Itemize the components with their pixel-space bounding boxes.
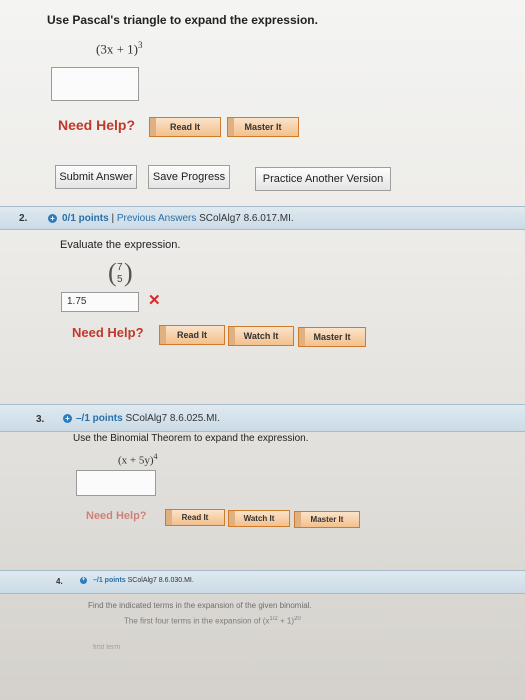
q2-header-text: 0/1 points | Previous Answers SColAlg7 8… — [62, 213, 294, 224]
q1-expression: (3x + 1)3 — [96, 40, 143, 57]
q4-number: 4. — [56, 577, 63, 586]
q2-number: 2. — [19, 213, 28, 224]
q1-expression-base: (3x + 1) — [96, 41, 138, 57]
q2-binom-bottom: 5 — [117, 274, 123, 285]
previous-answers-link[interactable]: Previous Answers — [117, 213, 196, 224]
q3-read-it-button[interactable]: Read It — [165, 509, 225, 526]
q4-points: –/1 points — [93, 577, 126, 584]
q2-read-it-button[interactable]: Read It — [159, 325, 225, 345]
q1-master-it-button[interactable]: Master It — [227, 117, 299, 137]
save-progress-button[interactable]: Save Progress — [148, 165, 230, 189]
q4-first-term-label: first term — [93, 644, 121, 651]
q2-binom-top: 7 — [117, 262, 123, 273]
q3-expression: (x + 5y)4 — [118, 452, 158, 467]
q3-need-help: Need Help? — [86, 510, 147, 522]
q3-expression-base: (x + 5y) — [118, 454, 154, 467]
q3-number: 3. — [36, 414, 45, 425]
q1-instruction: Use Pascal's triangle to expand the expr… — [47, 13, 318, 27]
q3-code: SColAlg7 8.6.025.MI. — [125, 413, 220, 424]
q3-watch-it-button[interactable]: Watch It — [228, 510, 290, 527]
q4-exponent: 20 — [294, 616, 301, 622]
q1-need-help: Need Help? — [58, 117, 136, 133]
q4-exp-inner: 1/2 — [269, 616, 278, 622]
expand-plus-icon[interactable]: + — [48, 214, 57, 223]
left-paren-icon: ( — [108, 258, 117, 287]
q1-read-it-button[interactable]: Read It — [149, 117, 221, 137]
q3-exponent: 4 — [153, 452, 158, 461]
q3-points: –/1 points — [76, 413, 123, 424]
q2-points: 0/1 points — [62, 213, 109, 224]
q2-separator: | — [111, 213, 115, 224]
q3-instruction: Use the Binomial Theorem to expand the e… — [73, 433, 309, 444]
expand-plus-icon[interactable]: + — [63, 414, 72, 423]
right-paren-icon: ) — [124, 258, 133, 287]
q1-answer-input[interactable] — [51, 67, 139, 101]
q4-code: SColAlg7 8.6.030.MI. — [127, 577, 194, 584]
q3-header-text: –/1 points SColAlg7 8.6.025.MI. — [76, 413, 220, 424]
q2-code: SColAlg7 8.6.017.MI. — [199, 213, 294, 224]
q3-answer-input[interactable] — [76, 470, 156, 496]
q4-header: 4. + –/1 points SColAlg7 8.6.030.MI. — [0, 570, 525, 594]
q3-header: 3. + –/1 points SColAlg7 8.6.025.MI. — [0, 404, 525, 432]
q4-line2: The first four terms in the expansion of… — [124, 616, 301, 626]
q2-instruction: Evaluate the expression. — [60, 239, 181, 251]
expand-plus-icon[interactable]: + — [80, 577, 87, 584]
q3-master-it-button[interactable]: Master It — [294, 511, 360, 528]
q4-line2-text: The first four terms in the expansion of — [124, 616, 261, 626]
q2-master-it-button[interactable]: Master It — [298, 327, 366, 347]
q4-expr-tail: + 1) — [280, 616, 295, 626]
q2-need-help: Need Help? — [72, 325, 144, 340]
q1-exponent: 3 — [138, 40, 143, 50]
q2-answer-value: 1.75 — [67, 296, 87, 307]
wrong-answer-icon: ✕ — [148, 292, 161, 309]
q2-header: 2. + 0/1 points | Previous Answers SColA… — [0, 206, 525, 230]
q2-answer-input[interactable]: 1.75 — [61, 292, 139, 312]
practice-another-version-button[interactable]: Practice Another Version — [255, 167, 391, 191]
q2-watch-it-button[interactable]: Watch It — [228, 326, 294, 346]
q2-binomial: ( 7 5 ) — [108, 258, 134, 292]
q4-instruction: Find the indicated terms in the expansio… — [88, 601, 312, 610]
submit-answer-button[interactable]: Submit Answer — [55, 165, 137, 189]
q4-header-text: –/1 points SColAlg7 8.6.030.MI. — [93, 577, 194, 584]
